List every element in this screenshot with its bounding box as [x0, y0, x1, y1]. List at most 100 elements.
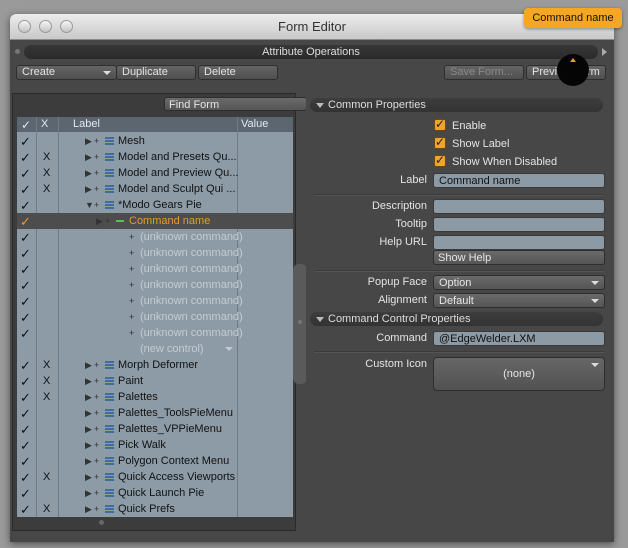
tree-row[interactable]: ✓ X ▶ + Paint [17, 373, 293, 389]
tree-row[interactable]: ✓ + (unknown command) [17, 325, 293, 341]
description-input[interactable] [433, 199, 605, 214]
show-help-button[interactable]: Show Help [433, 250, 605, 265]
tree-row[interactable]: ✓ + (unknown command) [17, 229, 293, 245]
add-icon[interactable]: + [94, 376, 99, 386]
tree-row[interactable]: ✓ ▶ + Quick Launch Pie [17, 485, 293, 501]
visible-checkmark[interactable]: ✓ [20, 486, 31, 502]
tree-row[interactable]: ✓ + (unknown command) [17, 309, 293, 325]
tree-row[interactable]: ✓ ▶ + Pick Walk [17, 437, 293, 453]
tree-row[interactable]: ✓ X ▶ + Model and Sculpt Qui ... [17, 181, 293, 197]
alignment-dropdown[interactable]: Default [433, 293, 605, 308]
create-dropdown[interactable]: Create [16, 65, 117, 80]
visible-checkmark[interactable]: ✓ [20, 310, 31, 326]
visible-checkmark[interactable]: ✓ [20, 438, 31, 454]
label-input[interactable]: Command name [433, 173, 605, 188]
attribute-operations-bar[interactable]: Attribute Operations [24, 45, 598, 59]
header-x[interactable]: X [41, 118, 48, 130]
tree-row[interactable]: ✓ + (unknown command) [17, 293, 293, 309]
header-value[interactable]: Value [241, 118, 268, 130]
tooltip-input[interactable] [433, 217, 605, 232]
expand-arrow-icon[interactable]: ▶ [85, 424, 92, 435]
delete-button[interactable]: Delete [198, 65, 278, 80]
x-flag[interactable]: X [43, 471, 50, 483]
expand-arrow-icon[interactable]: ▶ [85, 392, 92, 403]
add-icon[interactable]: + [94, 200, 99, 210]
tree-row[interactable]: ✓ ▶ + Palettes_VPPieMenu [17, 421, 293, 437]
visible-checkmark[interactable]: ✓ [20, 422, 31, 438]
visible-checkmark[interactable]: ✓ [20, 182, 31, 198]
help-url-input[interactable] [433, 235, 605, 250]
add-icon[interactable]: + [94, 440, 99, 450]
header-check[interactable]: ✓ [21, 118, 31, 132]
custom-icon-dropdown[interactable]: (none) [433, 357, 605, 391]
tree-row[interactable]: ✓ ▶ + Palettes_ToolsPieMenu [17, 405, 293, 421]
header-label[interactable]: Label [73, 118, 100, 130]
add-icon[interactable]: + [94, 504, 99, 514]
add-icon[interactable]: + [94, 408, 99, 418]
expand-arrow-icon[interactable]: ▶ [96, 216, 103, 227]
visible-checkmark[interactable]: ✓ [20, 150, 31, 166]
visible-checkmark[interactable]: ✓ [20, 470, 31, 486]
visible-checkmark[interactable]: ✓ [20, 278, 31, 294]
add-icon[interactable]: + [94, 472, 99, 482]
visible-checkmark[interactable]: ✓ [20, 262, 31, 278]
tree-row[interactable]: ✓ ▼ + *Modo Gears Pie [17, 197, 293, 213]
tree-row[interactable]: ✓ ▶ + Mesh [17, 133, 293, 149]
x-flag[interactable]: X [43, 183, 50, 195]
right-arrow-icon[interactable] [602, 48, 607, 56]
save-form-button[interactable]: Save Form... [444, 65, 524, 80]
expand-arrow-icon[interactable]: ▶ [85, 488, 92, 499]
tree-scrollbar[interactable] [293, 264, 307, 384]
x-flag[interactable]: X [43, 375, 50, 387]
add-icon[interactable]: + [129, 312, 134, 322]
tree-row[interactable]: ✓ ▶ + Command name [17, 213, 293, 229]
show-when-disabled-checkbox[interactable] [434, 153, 446, 167]
visible-checkmark[interactable]: ✓ [20, 230, 31, 246]
command-control-properties-header[interactable]: Command Control Properties [310, 312, 603, 326]
add-icon[interactable]: + [129, 280, 134, 290]
add-icon[interactable]: + [94, 424, 99, 434]
add-icon[interactable]: + [129, 296, 134, 306]
add-icon[interactable]: + [94, 456, 99, 466]
visible-checkmark[interactable]: ✓ [20, 454, 31, 470]
tree-row[interactable]: ✓ X ▶ + Model and Presets Qu... [17, 149, 293, 165]
visible-checkmark[interactable]: ✓ [20, 502, 31, 517]
x-flag[interactable]: X [43, 359, 50, 371]
expand-arrow-icon[interactable]: ▶ [85, 456, 92, 467]
chevron-down-icon[interactable] [225, 347, 233, 351]
tree-row[interactable]: ✓ X ▶ + Palettes [17, 389, 293, 405]
visible-checkmark[interactable]: ✓ [20, 406, 31, 422]
add-icon[interactable]: + [129, 264, 134, 274]
add-icon[interactable]: + [94, 488, 99, 498]
tree-row[interactable]: (new control) [17, 341, 293, 357]
visible-checkmark[interactable]: ✓ [20, 134, 31, 150]
visible-checkmark[interactable]: ✓ [20, 198, 31, 214]
expand-arrow-icon[interactable]: ▶ [85, 184, 92, 195]
x-flag[interactable]: X [43, 167, 50, 179]
add-icon[interactable]: + [94, 392, 99, 402]
expand-arrow-icon[interactable]: ▶ [85, 360, 92, 371]
common-properties-header[interactable]: Common Properties [310, 98, 603, 112]
expand-arrow-icon[interactable]: ▶ [85, 472, 92, 483]
expand-arrow-icon[interactable]: ▶ [85, 504, 92, 515]
add-icon[interactable]: + [94, 136, 99, 146]
visible-checkmark[interactable]: ✓ [20, 390, 31, 406]
x-flag[interactable]: X [43, 503, 50, 515]
tree-row[interactable]: ✓ X ▶ + Quick Prefs [17, 501, 293, 517]
visible-checkmark[interactable]: ✓ [20, 374, 31, 390]
tree-row[interactable]: ✓ X ▶ + Model and Preview Qu... [17, 165, 293, 181]
show-label-checkbox[interactable] [434, 135, 446, 149]
visible-checkmark[interactable]: ✓ [20, 246, 31, 262]
visible-checkmark[interactable]: ✓ [20, 214, 31, 230]
visible-checkmark[interactable]: ✓ [20, 166, 31, 182]
tree-row[interactable]: ✓ X ▶ + Quick Access Viewports [17, 469, 293, 485]
enable-checkbox[interactable] [434, 117, 446, 131]
expand-arrow-icon[interactable]: ▶ [85, 136, 92, 147]
visible-checkmark[interactable]: ✓ [20, 358, 31, 374]
add-icon[interactable]: + [129, 328, 134, 338]
expand-arrow-icon[interactable]: ▶ [85, 152, 92, 163]
command-input[interactable]: @EdgeWelder.LXM [433, 331, 605, 346]
add-icon[interactable]: + [129, 248, 134, 258]
x-flag[interactable]: X [43, 391, 50, 403]
expand-arrow-icon[interactable]: ▶ [85, 408, 92, 419]
